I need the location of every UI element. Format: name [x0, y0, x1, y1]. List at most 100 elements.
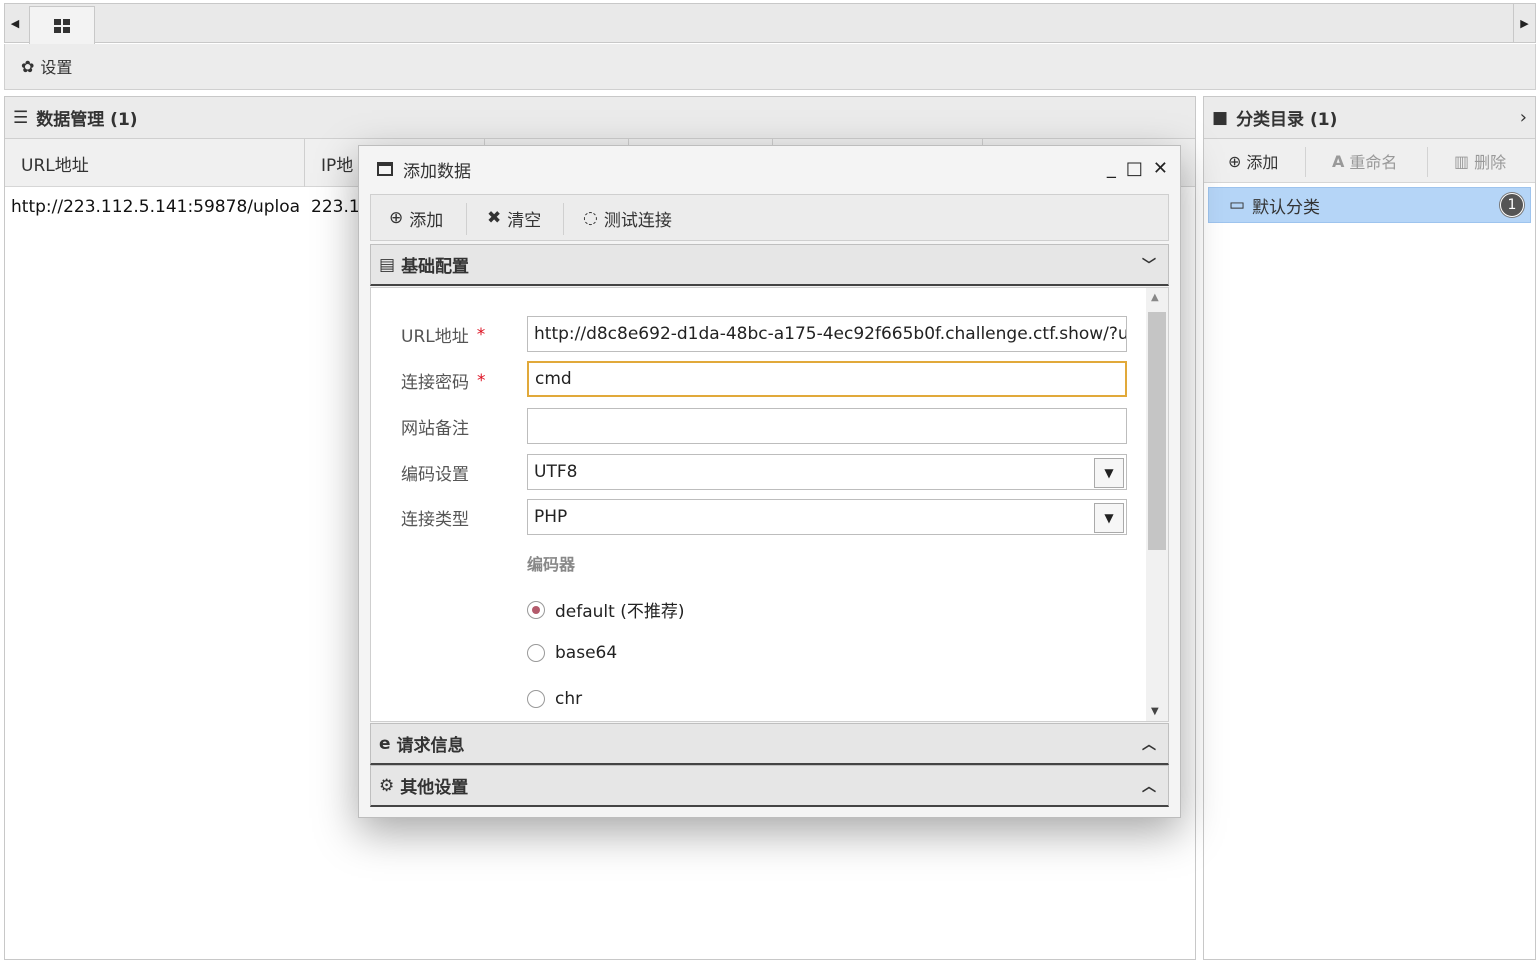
encoding-select-value: UTF8	[534, 462, 578, 482]
form-scrollbar[interactable]: ▲ ▼	[1146, 288, 1168, 721]
close-icon[interactable]: ✕	[1153, 158, 1168, 179]
chevron-down-icon[interactable]: ▼	[1094, 458, 1124, 488]
category-add-label: 添加	[1246, 153, 1279, 172]
required-mark: *	[477, 370, 486, 391]
tab-strip: ◀ ▶	[4, 3, 1536, 44]
category-count-badge: 1	[1500, 193, 1524, 217]
encoder-option-label: base64	[555, 643, 618, 663]
section-title-basic: 基础配置	[401, 257, 470, 277]
category-delete-button[interactable]: ▥ 删除	[1454, 149, 1506, 173]
section-title-request: 请求信息	[396, 736, 465, 756]
connection-type-select[interactable]: PHP ▼	[527, 499, 1127, 535]
minimize-icon[interactable]: _	[1107, 158, 1116, 179]
spinner-icon: ◌	[583, 208, 598, 228]
chevron-down-icon: ﹀	[1142, 258, 1156, 274]
url-label: URL地址 *	[401, 322, 486, 348]
x-icon: ✖	[487, 208, 502, 228]
dialog-clear-label: 清空	[507, 210, 542, 231]
category-delete-label: 删除	[1474, 153, 1507, 172]
collapse-chevron-right-icon[interactable]: ›	[1520, 107, 1527, 128]
url-field[interactable]: http://d8c8e692-d1da-48bc-a175-4ec92f665…	[527, 316, 1127, 352]
url-label-text: URL地址	[401, 327, 469, 347]
category-panel-title: 分类目录 (1)	[1236, 110, 1338, 130]
data-panel-title: 数据管理 (1)	[36, 110, 138, 130]
plus-circle-icon: ⊕	[1228, 151, 1242, 171]
encoder-option-default[interactable]: default (不推荐)	[527, 597, 684, 622]
dialog-add-button[interactable]: ⊕ 添加	[389, 206, 444, 231]
gear-icon: ✿	[21, 56, 35, 76]
tab-scroll-left-button[interactable]: ◀	[5, 4, 25, 42]
dialog-title: 添加数据	[403, 161, 471, 182]
plus-circle-icon: ⊕	[389, 208, 404, 228]
window-controls: _ □ ✕	[1107, 158, 1168, 179]
section-header-basic[interactable]: ▤ 基础配置 ﹀	[370, 244, 1169, 286]
scroll-up-icon[interactable]: ▲	[1151, 292, 1159, 303]
connection-type-value: PHP	[534, 507, 568, 527]
note-field[interactable]	[527, 408, 1127, 444]
data-panel-header: ☰ 数据管理 (1)	[5, 97, 1195, 139]
maximize-icon[interactable]: □	[1126, 158, 1143, 179]
category-rename-label: 重命名	[1349, 153, 1398, 172]
toolbar-divider	[563, 203, 564, 235]
gears-icon: ⚙	[379, 775, 395, 796]
type-label: 连接类型	[401, 510, 469, 530]
add-data-dialog: 添加数据 _ □ ✕ ⊕ 添加 ✖ 清空 ◌ 测试连接 ▤ 基础配置 ﹀ URL…	[358, 145, 1181, 818]
list-icon: ☰	[13, 107, 29, 128]
category-add-button[interactable]: ⊕ 添加	[1228, 149, 1278, 173]
font-a-icon: A	[1332, 151, 1345, 171]
section-title-other: 其他设置	[400, 778, 469, 798]
password-label: 连接密码 *	[401, 368, 486, 394]
grid-icon	[54, 18, 70, 33]
encoding-select[interactable]: UTF8 ▼	[527, 454, 1127, 490]
category-panel-header: ■ 分类目录 (1)	[1204, 97, 1535, 139]
category-toolbar: ⊕ 添加 A 重命名 ▥ 删除	[1204, 139, 1535, 183]
category-item-default[interactable]: ▭ 默认分类 1	[1208, 187, 1531, 223]
settings-bar: ✿ 设置	[4, 44, 1536, 90]
basic-config-form: URL地址 * http://d8c8e692-d1da-48bc-a175-4…	[370, 287, 1169, 722]
encoder-option-label: chr	[555, 689, 583, 709]
dialog-test-label: 测试连接	[603, 210, 672, 231]
toolbar-divider	[466, 203, 467, 235]
browser-e-icon: e	[379, 733, 391, 754]
chevron-up-icon: ︿	[1142, 737, 1156, 753]
settings-label: 设置	[40, 58, 73, 77]
folder-outline-icon: ▭	[1229, 195, 1246, 215]
note-label: 网站备注	[401, 419, 469, 439]
tab-scroll-right-button[interactable]: ▶	[1513, 4, 1535, 42]
scroll-down-icon[interactable]: ▼	[1151, 706, 1159, 717]
category-rename-button[interactable]: A 重命名	[1332, 149, 1397, 173]
folder-icon: ■	[1212, 107, 1229, 128]
dialog-add-label: 添加	[409, 210, 444, 231]
section-header-other[interactable]: ⚙ 其他设置 ︿	[370, 765, 1169, 807]
window-icon	[377, 162, 393, 176]
toolbar-divider	[1305, 147, 1306, 177]
radio-selected-icon[interactable]	[527, 600, 545, 619]
required-mark: *	[476, 324, 486, 345]
radio-icon[interactable]	[527, 690, 545, 708]
encoder-option-base64[interactable]: base64	[527, 643, 617, 663]
dialog-clear-button[interactable]: ✖ 清空	[487, 206, 542, 231]
toolbar-divider	[1427, 147, 1428, 177]
encoding-label: 编码设置	[401, 465, 469, 485]
dialog-test-connection-button[interactable]: ◌ 测试连接	[583, 206, 672, 231]
home-tab[interactable]	[29, 6, 95, 44]
trash-icon: ▥	[1454, 151, 1470, 171]
password-label-text: 连接密码	[401, 373, 469, 393]
encoder-label: 编码器	[527, 555, 576, 574]
section-header-request[interactable]: e 请求信息 ︿	[370, 723, 1169, 765]
dialog-toolbar: ⊕ 添加 ✖ 清空 ◌ 测试连接	[370, 194, 1169, 241]
encoder-option-chr[interactable]: chr	[527, 689, 582, 709]
password-field[interactable]: cmd	[527, 361, 1127, 397]
column-header-url[interactable]: URL地址	[5, 139, 305, 187]
chevron-up-icon: ︿	[1142, 779, 1156, 795]
scrollbar-thumb[interactable]	[1148, 312, 1166, 550]
settings-button[interactable]: ✿ 设置	[21, 54, 72, 78]
row-url: http://223.112.5.141:59878/uploa	[11, 197, 301, 217]
document-icon: ▤	[379, 254, 396, 275]
category-panel: ■ 分类目录 (1) › ⊕ 添加 A 重命名 ▥ 删除 ▭ 默认分类 1	[1203, 96, 1536, 960]
dialog-titlebar[interactable]: 添加数据	[359, 146, 1180, 192]
chevron-down-icon[interactable]: ▼	[1094, 503, 1124, 533]
category-item-label: 默认分类	[1252, 197, 1321, 218]
encoder-option-label: default (不推荐)	[555, 602, 685, 622]
radio-icon[interactable]	[527, 644, 545, 662]
